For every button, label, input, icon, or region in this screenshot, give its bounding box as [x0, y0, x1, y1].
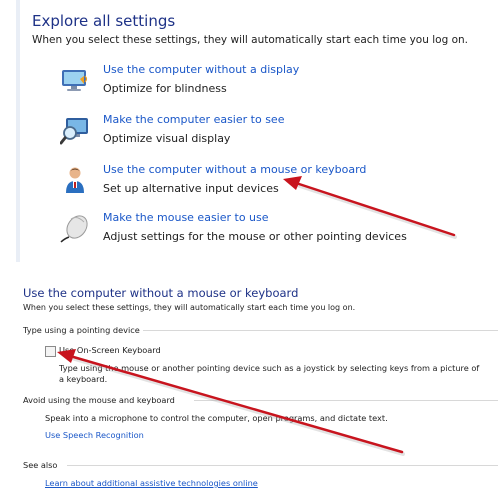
explore-item-no-mouse: Use the computer without a mouse or keyb… — [60, 163, 500, 199]
link-easier-to-see[interactable]: Make the computer easier to see — [103, 113, 284, 126]
onscreen-keyboard-checkbox[interactable] — [45, 346, 56, 357]
onscreen-keyboard-help-1: Type using the mouse or another pointing… — [59, 363, 480, 373]
explore-title: Explore all settings — [32, 12, 176, 30]
desc-adjust-mouse: Adjust settings for the mouse or other p… — [103, 230, 407, 243]
onscreen-keyboard-help-2: a keyboard. — [59, 374, 108, 384]
group-divider — [194, 400, 498, 401]
group-heading-avoid: Avoid using the mouse and keyboard — [23, 395, 175, 405]
explore-item-mouse: Make the mouse easier to use Adjust sett… — [60, 211, 500, 247]
group-heading-pointing: Type using a pointing device — [23, 325, 140, 335]
link-assistive-technologies[interactable]: Learn about additional assistive technol… — [45, 478, 258, 488]
link-speech-recognition[interactable]: Use Speech Recognition — [45, 430, 144, 440]
speech-description: Speak into a microphone to control the c… — [45, 413, 388, 423]
magnifier-monitor-icon — [60, 118, 88, 145]
detail-subtitle: When you select these settings, they wil… — [23, 303, 356, 312]
section-accent-bar — [16, 0, 20, 262]
explore-item-display: Use the computer without a display Optim… — [60, 63, 500, 99]
group-divider — [67, 465, 498, 466]
group-heading-see-also: See also — [23, 460, 58, 470]
desc-alternative-input: Set up alternative input devices — [103, 182, 279, 195]
link-use-without-display[interactable]: Use the computer without a display — [103, 63, 299, 76]
desc-optimize-visual: Optimize visual display — [103, 132, 231, 145]
group-divider — [143, 330, 498, 331]
explore-subtitle: When you select these settings, they wil… — [32, 34, 468, 46]
onscreen-keyboard-label[interactable]: Use On-Screen Keyboard — [59, 345, 161, 355]
person-icon — [66, 167, 84, 193]
desc-optimize-blindness: Optimize for blindness — [103, 82, 227, 95]
detail-title: Use the computer without a mouse or keyb… — [23, 286, 299, 300]
explore-item-see: Make the computer easier to see Optimize… — [60, 113, 500, 149]
mouse-icon — [60, 215, 88, 243]
monitor-speaker-icon — [62, 70, 88, 91]
link-mouse-easier[interactable]: Make the mouse easier to use — [103, 211, 269, 224]
link-without-mouse-keyboard[interactable]: Use the computer without a mouse or keyb… — [103, 163, 366, 176]
